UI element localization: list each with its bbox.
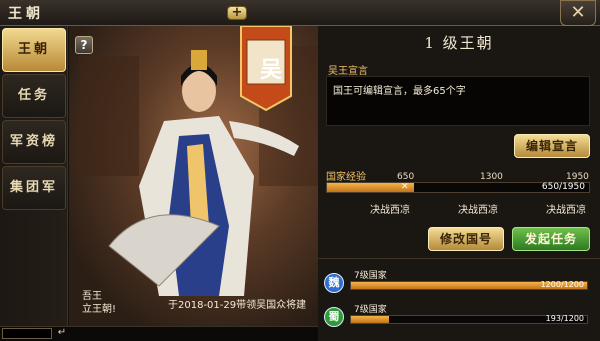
rename-nation-button[interactable]: 修改国号 xyxy=(428,227,504,251)
exp-tick: 1950 xyxy=(566,172,589,182)
tab-dynasty[interactable]: 王朝 xyxy=(2,28,66,72)
tab-tasks[interactable]: 任务 xyxy=(2,74,66,118)
milestone-marker-icon: ✕ xyxy=(401,182,409,192)
dynasty-window: 王朝 + ✕ 王朝 任务 军资榜 集团军 ? 吴 吾王 立王朝! 于2018-0… xyxy=(0,0,600,341)
founding-caption: 于2018-01-29带领吴国众将建 xyxy=(168,300,307,311)
caption-line-2: 立王朝! xyxy=(82,304,117,315)
milestone-label: 决战西凉 xyxy=(370,205,410,216)
launch-task-button[interactable]: 发起任务 xyxy=(512,227,590,251)
exp-tick: 1300 xyxy=(480,172,503,182)
wei-nation-icon: 魏 xyxy=(324,273,344,293)
close-button[interactable]: ✕ xyxy=(560,0,596,26)
exp-progress-bar: ✕ 650/1950 xyxy=(326,182,590,193)
divider xyxy=(318,258,600,259)
title-bar: 王朝 + ✕ xyxy=(0,0,600,26)
declaration-label: 吴王宣言 xyxy=(328,66,368,77)
exp-tick: 650 xyxy=(397,172,415,182)
exp-progress-text: 650/1950 xyxy=(541,182,585,192)
dynasty-level-title: 1 级王朝 xyxy=(424,34,494,52)
shu-nation-icon: 蜀 xyxy=(324,307,344,327)
nation-progress-text: 193/1200 xyxy=(545,314,584,323)
enter-icon[interactable]: ↵ xyxy=(56,327,68,339)
close-icon: ✕ xyxy=(570,2,586,23)
nation-level-label: 7级国家 xyxy=(354,271,387,281)
nation-progress-bar: 193/1200 xyxy=(350,314,588,324)
window-title: 王朝 xyxy=(8,6,44,22)
chat-input[interactable] xyxy=(2,328,52,339)
nation-progress-bar: 1200/1200 xyxy=(350,280,588,290)
milestone-label: 决战西凉 xyxy=(458,205,498,216)
kingdom-banner-char: 吴 xyxy=(259,58,282,83)
milestone-label: 决战西凉 xyxy=(546,205,586,216)
nation-progress-fill xyxy=(351,316,389,323)
caption-line-1: 吾王 xyxy=(82,291,102,302)
declaration-text: 国王可编辑宣言，最多65个字 xyxy=(326,76,590,126)
exp-label: 国家经验 xyxy=(326,172,366,183)
tab-military-ranking[interactable]: 军资榜 xyxy=(2,120,66,164)
tab-army-group[interactable]: 集团军 xyxy=(2,166,66,210)
nation-level-label: 7级国家 xyxy=(354,305,387,315)
help-button[interactable]: ? xyxy=(75,36,93,54)
edit-declaration-button[interactable]: 编辑宣言 xyxy=(514,134,590,158)
king-caption: 吾王 立王朝! xyxy=(82,290,116,316)
plus-icon[interactable]: + xyxy=(227,6,247,20)
sidebar: 王朝 任务 军资榜 集团军 xyxy=(0,26,68,326)
nation-progress-text: 1200/1200 xyxy=(540,280,584,289)
